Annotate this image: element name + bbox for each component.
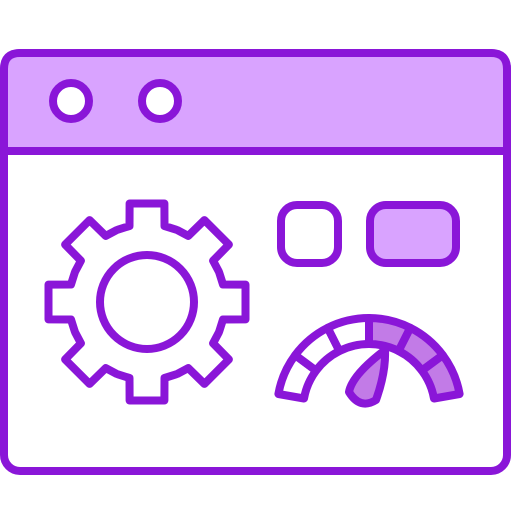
window-control-dot-icon [49,79,93,123]
window-control-dot-icon [138,79,182,123]
web-settings-performance-icon [0,0,512,512]
toggle-pill-button-icon [366,201,460,267]
gear-icon [44,199,250,405]
browser-window-icon [0,49,511,475]
gauge-segment [323,314,373,355]
gear-center-ring [96,251,198,353]
toggle-square-button-icon [277,201,342,267]
